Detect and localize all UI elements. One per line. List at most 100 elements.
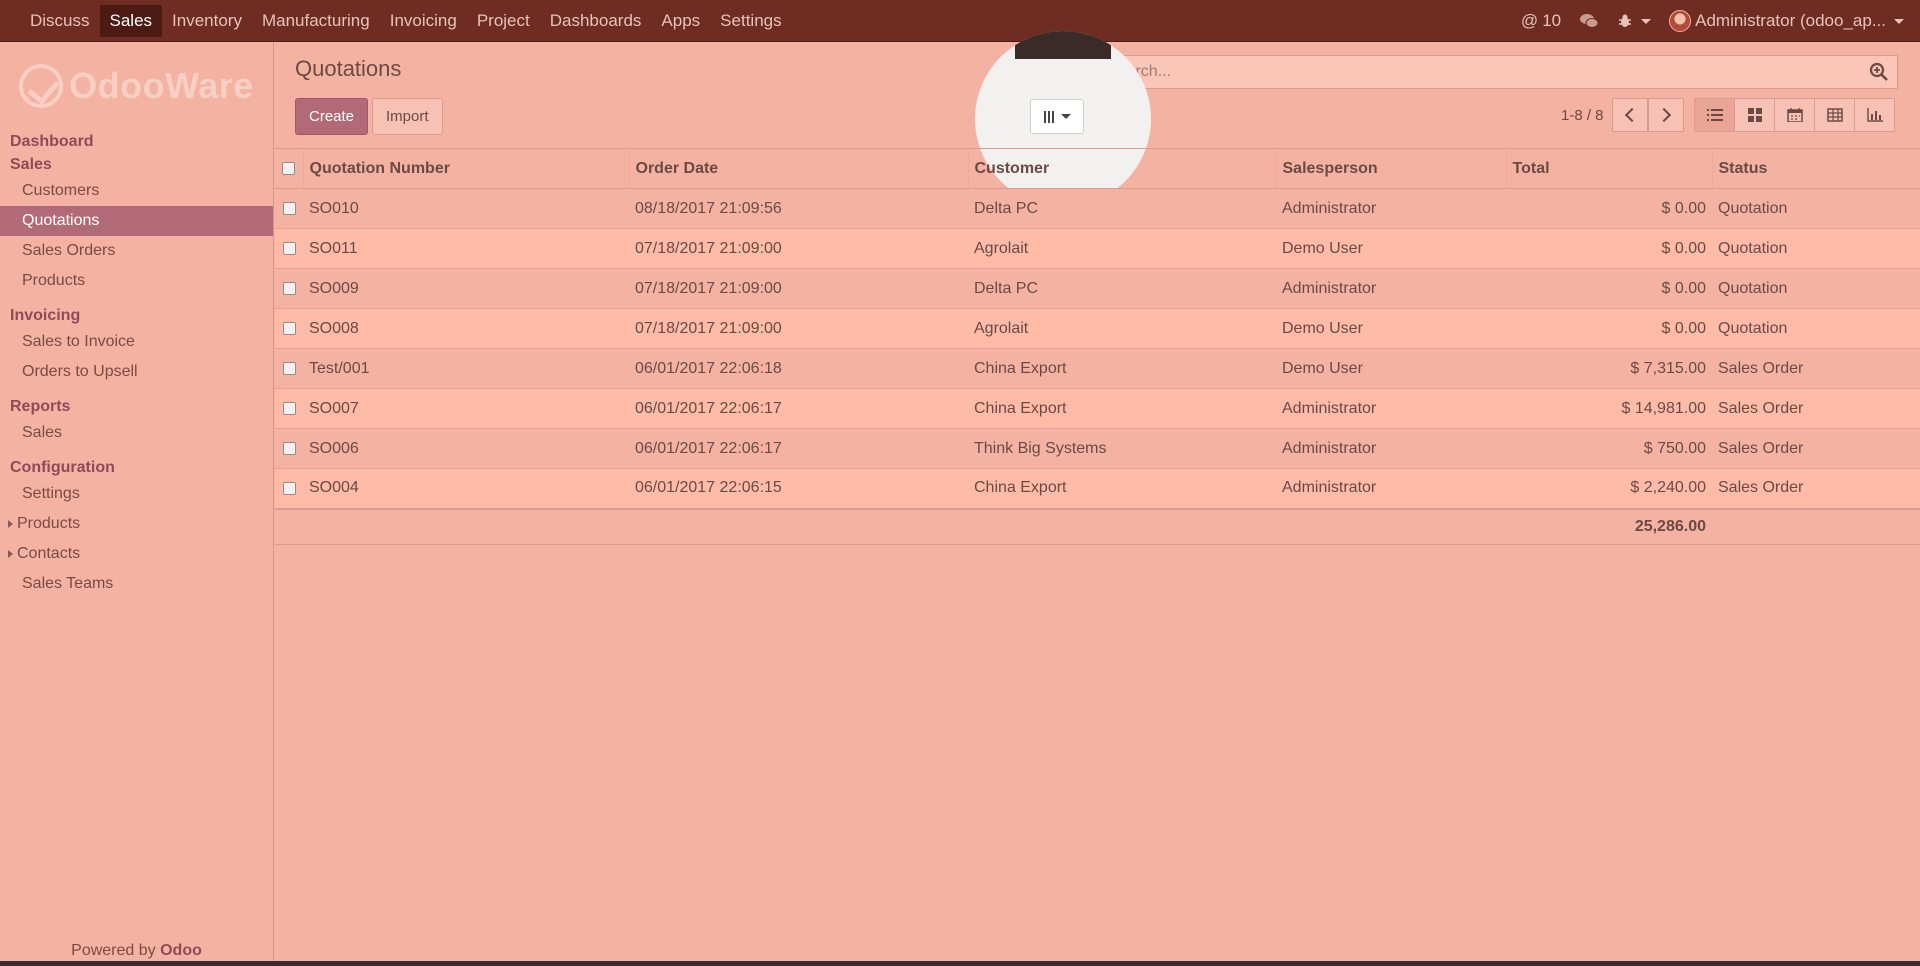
sidebar-section-reports: Reports [10,398,71,415]
cell-status: Sales Order [1712,348,1920,389]
list-icon [1706,109,1723,121]
cell-total: $ 0.00 [1506,268,1712,309]
sidebar-item-sales-to-invoice[interactable]: Sales to Invoice [0,327,273,357]
cell-salesperson: Administrator [1276,268,1506,309]
row-checkbox[interactable] [282,241,296,255]
pager-value[interactable]: 1-8 / 8 [1561,107,1604,124]
table-row[interactable]: SO010 08/18/2017 21:09:56 Delta PC Administ… [275,188,1920,229]
table-row[interactable]: SO004 06/01/2017 22:06:15 China Export Admi… [275,468,1920,509]
row-checkbox[interactable] [282,321,296,335]
top-navbar: Discuss Sales Inventory Manufacturing In… [0,0,1920,42]
create-button[interactable]: Create [295,98,369,135]
pivot-view-button[interactable] [1814,98,1855,132]
user-menu[interactable]: Administrator (odoo_ap... [1669,10,1904,32]
cell-quotation-number: SO004 [303,468,629,509]
graph-view-button[interactable] [1854,98,1895,132]
column-header-total[interactable]: Total [1505,148,1712,189]
pager-previous-button[interactable] [1612,98,1648,132]
import-button[interactable]: Import [372,98,443,135]
calendar-view-button[interactable] [1774,98,1815,132]
column-header-order-date[interactable]: Order Date [628,148,968,189]
mentions-button[interactable]: @ 10 [1521,11,1561,31]
bar-chart-icon [1866,108,1883,122]
cell-total: $ 14,981.00 [1506,388,1712,429]
menu-dashboards[interactable]: Dashboards [540,5,652,37]
cell-customer: Agrolait [968,228,1276,269]
search-bar[interactable] [1098,55,1898,89]
cell-order-date: 07/18/2017 21:09:00 [629,268,968,309]
table-row[interactable]: SO008 07/18/2017 21:09:00 Agrolait Demo Use… [275,308,1920,349]
user-name: Administrator (odoo_ap... [1695,11,1886,30]
pager-next-button[interactable] [1648,98,1684,132]
column-header-quotation-number[interactable]: Quotation Number [302,148,629,189]
menu-discuss[interactable]: Discuss [20,5,100,37]
sidebar-item-contacts[interactable]: Contacts [0,539,273,569]
sidebar-item-sales-teams[interactable]: Sales Teams [0,569,273,599]
table-row[interactable]: Test/001 06/01/2017 22:06:18 China Export D… [275,348,1920,389]
cell-order-date: 06/01/2017 22:06:17 [629,388,968,429]
cell-order-date: 06/01/2017 22:06:18 [629,348,968,389]
cell-customer: Delta PC [968,268,1276,309]
cell-customer: Delta PC [968,188,1276,229]
chevron-right-icon [1656,107,1672,123]
sidebar-item-dashboard[interactable]: Dashboard [0,130,273,153]
cell-total: $ 0.00 [1506,188,1712,229]
row-checkbox[interactable] [282,481,296,495]
cell-total: $ 0.00 [1506,308,1712,349]
debug-button[interactable] [1617,13,1652,29]
footer-cell [303,507,629,545]
table-row[interactable]: SO009 07/18/2017 21:09:00 Delta PC Administ… [275,268,1920,309]
menu-settings[interactable]: Settings [710,5,791,37]
row-checkbox[interactable] [282,441,296,455]
sidebar-item-orders-to-upsell[interactable]: Orders to Upsell [0,357,273,387]
column-header-salesperson[interactable]: Salesperson [1275,148,1506,189]
table-row[interactable]: SO007 06/01/2017 22:06:17 China Export Admi… [275,388,1920,429]
cell-status: Quotation [1712,308,1920,349]
menu-invoicing[interactable]: Invoicing [380,5,467,37]
menu-inventory[interactable]: Inventory [162,5,252,37]
menu-sales[interactable]: Sales [99,4,163,37]
menu-project[interactable]: Project [467,5,540,37]
powered-by-link[interactable]: Odoo [160,942,202,959]
table-icon [1826,108,1843,122]
sidebar-item-customers[interactable]: Customers [0,176,273,206]
search-icon[interactable] [1869,62,1889,82]
sidebar-item-sales-orders[interactable]: Sales Orders [0,236,273,266]
list-view-button[interactable] [1694,98,1735,132]
cell-status: Sales Order [1712,388,1920,429]
sidebar-item-quotations[interactable]: Quotations [0,206,273,236]
cell-salesperson: Demo User [1276,308,1506,349]
table-row[interactable]: SO006 06/01/2017 22:06:17 Think Big System… [275,428,1920,469]
row-select-cell [275,308,303,349]
cell-status: Sales Order [1712,468,1920,509]
menu-apps[interactable]: Apps [651,5,710,37]
column-header-customer[interactable]: Customer [967,148,1276,189]
sidebar-item-reports-sales[interactable]: Sales [0,418,273,448]
search-input[interactable] [1107,63,1869,81]
sidebar-item-products[interactable]: Products [0,266,273,296]
row-checkbox[interactable] [282,281,296,295]
column-selector-button[interactable] [1030,99,1084,134]
row-select-cell [275,268,303,309]
chat-button[interactable] [1579,13,1599,29]
cell-quotation-number: Test/001 [303,348,629,389]
cell-salesperson: Demo User [1276,348,1506,389]
table-row[interactable]: SO011 07/18/2017 21:09:00 Agrolait Demo Use… [275,228,1920,269]
row-checkbox[interactable] [282,401,296,415]
cell-order-date: 07/18/2017 21:09:00 [629,308,968,349]
column-header-status[interactable]: Status [1711,148,1920,189]
cell-total: $ 2,240.00 [1506,468,1712,509]
kanban-view-button[interactable] [1734,98,1775,132]
cell-salesperson: Demo User [1276,228,1506,269]
menu-manufacturing[interactable]: Manufacturing [252,5,380,37]
cell-status: Quotation [1712,228,1920,269]
cell-customer: Agrolait [968,308,1276,349]
row-checkbox[interactable] [282,201,296,215]
calendar-icon [1786,108,1803,122]
select-all-cell [275,148,303,189]
select-all-checkbox[interactable] [282,161,296,175]
sidebar-item-config-products[interactable]: Products [0,509,273,539]
cell-quotation-number: SO007 [303,388,629,429]
sidebar-item-settings[interactable]: Settings [0,479,273,509]
row-checkbox[interactable] [282,361,296,375]
